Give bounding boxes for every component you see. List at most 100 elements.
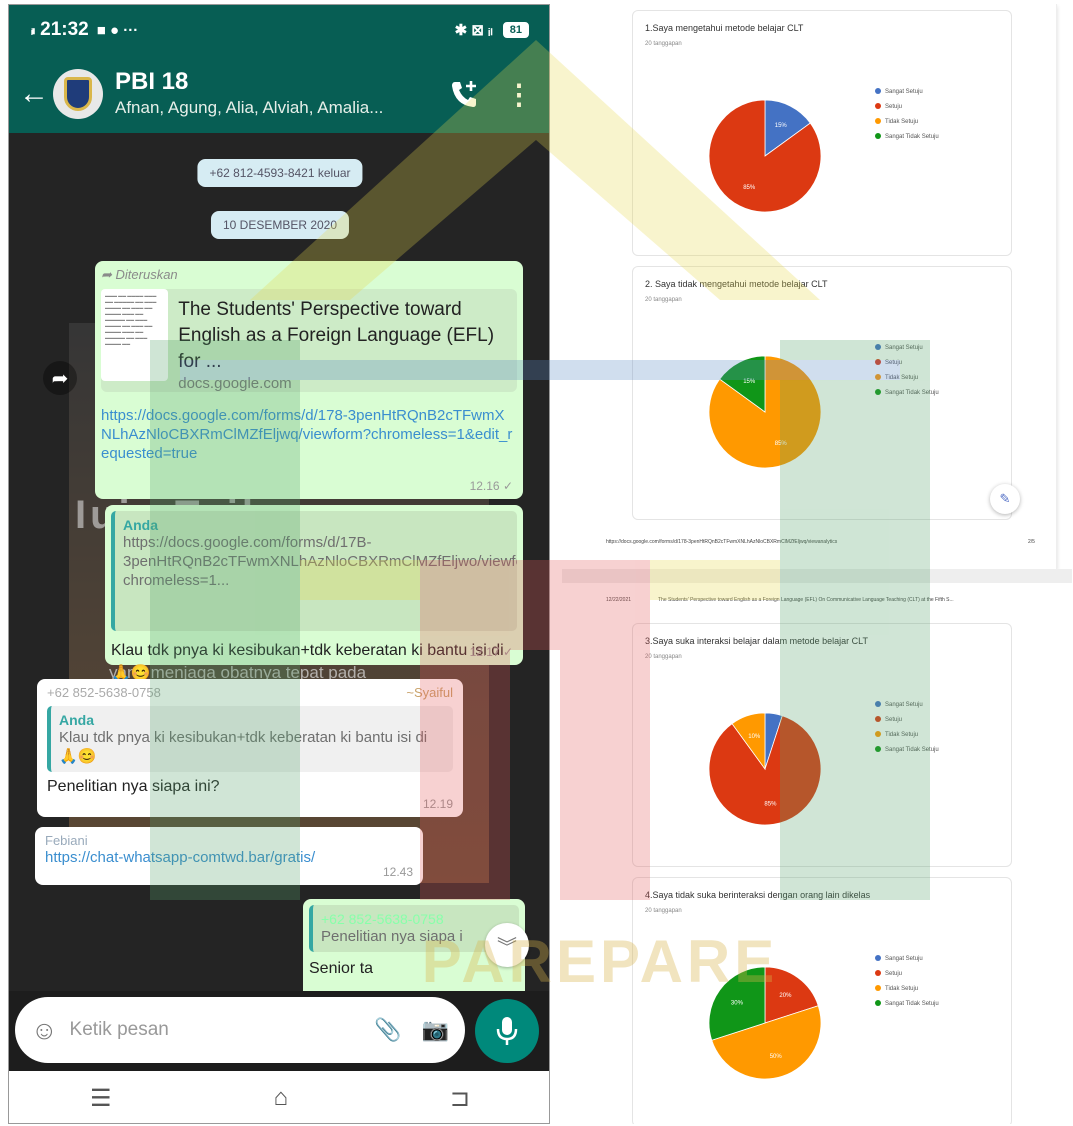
date-separator: 10 DESEMBER 2020 bbox=[210, 211, 350, 239]
message-time: 12.16 ✓ bbox=[469, 479, 513, 493]
chart-legend: Sangat Setuju Setuju Tidak Setuju Sangat Ti… bbox=[875, 952, 939, 1012]
legend-label: Sangat Tidak Setuju bbox=[885, 747, 939, 753]
legend-dot-icon bbox=[875, 118, 881, 125]
legend-dot-icon bbox=[875, 133, 881, 140]
legend-item: Setuju bbox=[875, 356, 939, 371]
screenshot-canvas: ᵢₗₗ 21:32 ■ ● ··· ✱ ⊠ ᵢₗ 81 ← PBI 18 Afn… bbox=[0, 0, 1073, 1126]
legend-item: Tidak Setuju bbox=[875, 371, 939, 386]
legend-label: Sangat Tidak Setuju bbox=[885, 390, 939, 396]
legend-label: Sangat Tidak Setuju bbox=[885, 134, 939, 140]
pie-slice-label: 30% bbox=[731, 1001, 744, 1007]
legend-label: Sangat Setuju bbox=[885, 89, 923, 95]
question-card-3: 3.Saya suka interaksi belajar dalam meto… bbox=[632, 623, 1012, 867]
attach-icon[interactable]: 📎 bbox=[374, 1017, 401, 1043]
legend-item: Tidak Setuju bbox=[875, 115, 939, 130]
message-forwarded-link[interactable]: ➦ Diteruskan ▬▬▬ ▬▬ ▬▬▬▬ ▬▬▬ ▬▬ ▬▬▬▬▬ ▬▬… bbox=[95, 261, 523, 499]
legend-label: Sangat Setuju bbox=[885, 956, 923, 962]
chart-legend: Sangat Setuju Setuju Tidak Setuju Sangat Ti… bbox=[875, 85, 939, 145]
quote-text: Penelitian nya siapa i bbox=[321, 928, 463, 945]
legend-item: Setuju bbox=[875, 713, 939, 728]
question-title: 1.Saya mengetahui metode belajar CLT bbox=[645, 23, 804, 33]
preview-title: The Students' Perspective toward English… bbox=[178, 299, 495, 372]
quote-author: Anda bbox=[59, 712, 94, 728]
question-title: 4.Saya tidak suka berinteraksi dengan or… bbox=[645, 890, 871, 900]
emoji-icon[interactable]: ☺ bbox=[31, 1015, 58, 1046]
legend-item: Tidak Setuju bbox=[875, 982, 939, 997]
page-header-title: The Students' Perspective toward English… bbox=[658, 597, 954, 603]
chat-area[interactable]: Iuja Tsibu yang menjaga obatnya tepat pa… bbox=[9, 133, 549, 991]
group-avatar[interactable] bbox=[53, 69, 103, 119]
quote-text: Klau tdk pnya ki kesibukan+tdk keberatan… bbox=[59, 729, 428, 765]
question-card-1: 1.Saya mengetahui metode belajar CLT 20 … bbox=[632, 10, 1012, 256]
message-text: Penelitian nya siapa ini? bbox=[47, 778, 220, 795]
response-count: 20 tanggapan bbox=[645, 41, 682, 47]
legend-item: Sangat Setuju bbox=[875, 85, 939, 100]
legend-label: Tidak Setuju bbox=[885, 375, 919, 381]
pie-slice-label: 85% bbox=[775, 441, 788, 447]
response-count: 20 tanggapan bbox=[645, 654, 682, 660]
back-arrow-icon[interactable]: ← bbox=[19, 77, 49, 111]
page-gap bbox=[562, 569, 1072, 583]
message-link-incoming[interactable]: Febiani https://chat-whatsapp-comtwd.bar… bbox=[35, 827, 423, 885]
legend-dot-icon bbox=[875, 970, 881, 977]
legend-item: Setuju bbox=[875, 967, 939, 982]
overflow-menu-icon[interactable]: ⋮ bbox=[505, 78, 533, 111]
legend-item: Tidak Setuju bbox=[875, 728, 939, 743]
system-nav-bar: ☰ ⌂ ⊐ bbox=[9, 1071, 549, 1123]
edit-pencil-icon[interactable]: ✎ bbox=[990, 484, 1020, 514]
legend-label: Setuju bbox=[885, 360, 903, 366]
spam-link[interactable]: https://chat-whatsapp-comtwd.bar/gratis/ bbox=[45, 848, 413, 867]
message-text: Senior ta bbox=[309, 960, 374, 977]
legend-label: Sangat Setuju bbox=[885, 702, 923, 708]
status-right-icons: ✱ ⊠ ᵢₗ bbox=[454, 22, 493, 39]
legend-label: Tidak Setuju bbox=[885, 119, 919, 125]
forwarded-label: ➦ Diteruskan bbox=[101, 267, 178, 282]
form-results-document: 1.Saya mengetahui metode belajar CLT 20 … bbox=[562, 4, 1072, 1124]
preview-domain: docs.google.com bbox=[178, 375, 292, 392]
camera-icon[interactable]: 📷 bbox=[422, 1017, 449, 1043]
legend-label: Sangat Tidak Setuju bbox=[885, 1001, 939, 1007]
whatsapp-phone-screenshot: ᵢₗₗ 21:32 ■ ● ··· ✱ ⊠ ᵢₗ 81 ← PBI 18 Afn… bbox=[8, 4, 550, 1124]
message-time: 12.43 bbox=[382, 865, 413, 879]
quoted-message[interactable]: Anda Klau tdk pnya ki kesibukan+tdk kebe… bbox=[47, 706, 453, 772]
form-thumbnail: ▬▬▬ ▬▬ ▬▬▬▬ ▬▬▬ ▬▬ ▬▬▬▬▬ ▬▬ ▬▬▬ ▬▬▬▬ ▬▬ … bbox=[101, 289, 169, 381]
status-time: 21:32 bbox=[40, 19, 89, 40]
notification-icons: ■ ● ··· bbox=[96, 21, 139, 39]
left-group-notice: +62 812-4593-8421 keluar bbox=[197, 159, 363, 187]
status-bar: ᵢₗₗ 21:32 ■ ● ··· ✱ ⊠ ᵢₗ 81 bbox=[9, 5, 549, 55]
legend-dot-icon bbox=[875, 88, 881, 95]
legend-item: Sangat Setuju bbox=[875, 952, 939, 967]
chart-legend: Sangat Setuju Setuju Tidak Setuju Sangat Ti… bbox=[875, 698, 939, 758]
nav-menu-icon[interactable]: ☰ bbox=[90, 1084, 112, 1113]
message-reply-own[interactable]: Anda https://docs.google.com/forms/d/17B… bbox=[105, 505, 523, 682]
pie-chart-q2: 85% 15% bbox=[708, 355, 822, 469]
page-header-date: 12/22/2021 bbox=[606, 597, 632, 603]
chat-title-block[interactable]: PBI 18 Afnan, Agung, Alia, Alviah, Amali… bbox=[115, 68, 435, 120]
pie-slice-label: 85% bbox=[743, 185, 756, 191]
message-placeholder[interactable]: Ketik pesan bbox=[70, 1019, 355, 1041]
quoted-message[interactable]: Anda https://docs.google.com/forms/d/17B… bbox=[111, 511, 517, 631]
scroll-down-chevron-icon[interactable]: ︾ bbox=[485, 923, 529, 967]
question-card-2: 2. Saya tidak mengetahui metode belajar … bbox=[632, 266, 1012, 520]
legend-item: Sangat Tidak Setuju bbox=[875, 997, 939, 1012]
forward-share-icon[interactable]: ➦ bbox=[43, 361, 77, 395]
legend-label: Setuju bbox=[885, 104, 903, 110]
link-preview[interactable]: ▬▬▬ ▬▬ ▬▬▬▬ ▬▬▬ ▬▬ ▬▬▬▬▬ ▬▬ ▬▬▬ ▬▬▬▬ ▬▬ … bbox=[101, 289, 517, 392]
pie-chart-q1: 15% 85% bbox=[708, 99, 822, 213]
mic-button[interactable] bbox=[475, 999, 539, 1063]
add-call-icon[interactable] bbox=[447, 77, 481, 111]
legend-dot-icon bbox=[875, 374, 881, 381]
quote-text: https://docs.google.com/forms/d/17B-3pen… bbox=[123, 534, 517, 589]
nav-back-icon[interactable]: ⊐ bbox=[450, 1084, 470, 1113]
form-link[interactable]: https://docs.google.com/forms/d/178-3pen… bbox=[101, 406, 517, 463]
message-reply-incoming[interactable]: +62 852-5638-0758 ~Syaiful Anda Klau tdk… bbox=[37, 679, 463, 817]
pie-slice-label: 50% bbox=[770, 1054, 783, 1060]
sender-number: +62 852-5638-0758 bbox=[47, 685, 161, 700]
page-footer-url: https://docs.google.com/forms/d/178-3pen… bbox=[606, 539, 838, 545]
legend-dot-icon bbox=[875, 103, 881, 110]
signal-icon: ᵢₗₗ bbox=[31, 22, 35, 37]
message-input[interactable]: ☺ Ketik pesan 📎 📷 bbox=[15, 997, 465, 1063]
nav-home-icon[interactable]: ⌂ bbox=[273, 1084, 288, 1112]
quote-author: +62 852-5638-0758 bbox=[321, 911, 444, 927]
sender-name: ~Syaiful bbox=[406, 685, 453, 700]
